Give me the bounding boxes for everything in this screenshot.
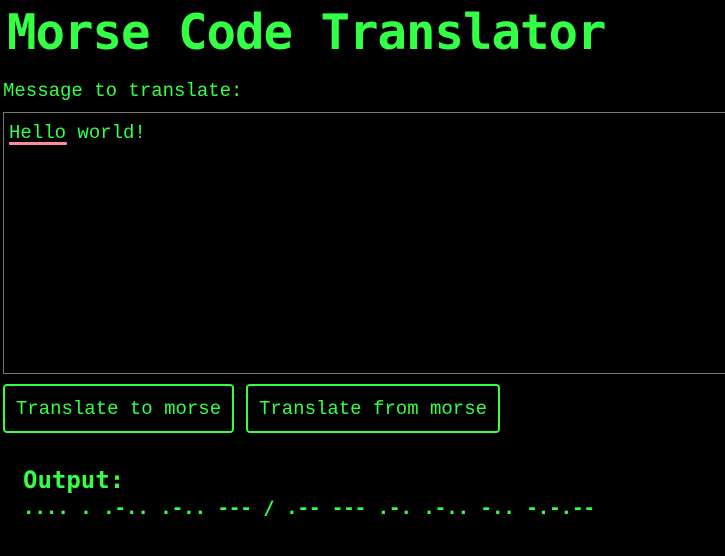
- page-title: Morse Code Translator: [7, 4, 607, 61]
- translate-from-morse-button[interactable]: Translate from morse: [246, 384, 500, 433]
- output-value: .... . .-.. .-.. --- / .-- --- .-. .-.. …: [23, 497, 595, 519]
- message-label: Message to translate:: [3, 80, 243, 102]
- output-label: Output:: [23, 466, 125, 494]
- spellcheck-underline: [9, 142, 67, 145]
- translate-to-morse-button[interactable]: Translate to morse: [3, 384, 234, 433]
- message-textarea[interactable]: Hello world!: [3, 112, 725, 374]
